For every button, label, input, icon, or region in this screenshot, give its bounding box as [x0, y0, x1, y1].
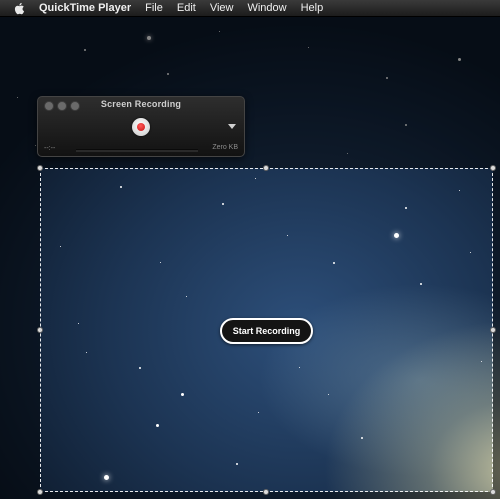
resize-handle-bottom-right[interactable]	[490, 489, 496, 495]
resize-handle-bottom-left[interactable]	[37, 489, 43, 495]
resize-handle-top-left[interactable]	[37, 165, 43, 171]
start-recording-button[interactable]: Start Recording	[220, 318, 313, 344]
panel-title: Screen Recording	[100, 99, 182, 109]
menu-edit[interactable]: Edit	[177, 2, 196, 14]
menu-window[interactable]: Window	[247, 2, 286, 14]
resize-handle-top[interactable]	[263, 165, 269, 171]
triangle-down-icon[interactable]	[228, 124, 236, 129]
menu-bar: QuickTime Player File Edit View Window H…	[0, 0, 500, 17]
resize-handle-bottom[interactable]	[263, 489, 269, 495]
screen-recording-panel[interactable]: Screen Recording --:-- Zero KB	[37, 96, 245, 157]
menu-view[interactable]: View	[210, 2, 234, 14]
menu-help[interactable]: Help	[301, 2, 324, 14]
resize-handle-top-right[interactable]	[490, 165, 496, 171]
resize-handle-left[interactable]	[37, 327, 43, 333]
record-button[interactable]	[132, 118, 150, 136]
record-icon	[137, 123, 145, 131]
audio-level-meter	[76, 149, 198, 152]
apple-icon[interactable]	[13, 2, 25, 15]
file-size-label: Zero KB	[212, 144, 238, 151]
resize-handle-right[interactable]	[490, 327, 496, 333]
menu-file[interactable]: File	[145, 2, 163, 14]
elapsed-time: --:--	[44, 145, 56, 152]
menu-app-name[interactable]: QuickTime Player	[39, 2, 131, 14]
